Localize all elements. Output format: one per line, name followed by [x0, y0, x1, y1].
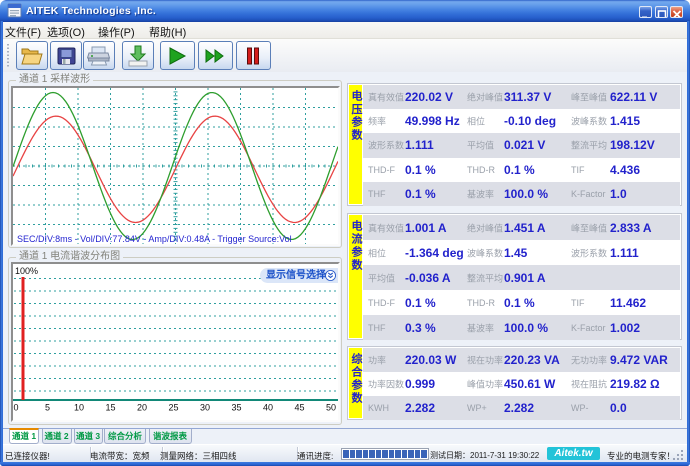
svg-text:35: 35 — [231, 403, 241, 413]
svg-text:40: 40 — [263, 403, 273, 413]
svg-text:5: 5 — [45, 403, 50, 413]
svg-text:15: 15 — [105, 403, 115, 413]
svg-text:50: 50 — [326, 403, 336, 413]
svg-text:20: 20 — [137, 403, 147, 413]
svg-text:25: 25 — [168, 403, 178, 413]
svg-text:30: 30 — [200, 403, 210, 413]
svg-text:45: 45 — [294, 403, 304, 413]
svg-text:10: 10 — [74, 403, 84, 413]
svg-text:0: 0 — [13, 403, 18, 413]
